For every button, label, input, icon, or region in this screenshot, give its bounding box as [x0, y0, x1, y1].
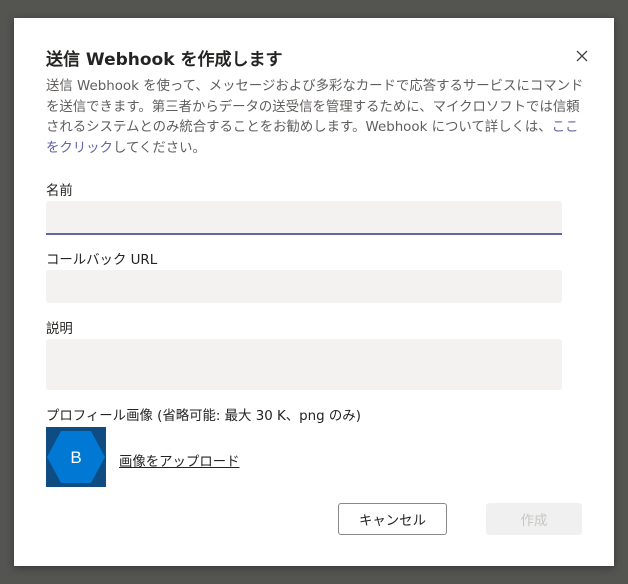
name-label: 名前	[46, 184, 73, 199]
create-button[interactable]: 作成	[486, 503, 582, 535]
callback-url-input[interactable]	[46, 270, 562, 303]
avatar-letter: B	[70, 448, 81, 467]
description-input[interactable]	[46, 339, 562, 390]
hexagon-avatar-icon: B	[47, 431, 105, 483]
profile-avatar: B	[46, 427, 106, 487]
dialog-title: 送信 Webhook を作成します	[46, 50, 283, 70]
profile-image-label: プロフィール画像 (省略可能: 最大 30 K、png のみ)	[46, 409, 361, 424]
dialog-description: 送信 Webhook を使って、メッセージおよび多彩なカードで応答するサービスに…	[46, 77, 586, 159]
create-webhook-dialog: 送信 Webhook を作成します 送信 Webhook を使って、メッセージお…	[14, 18, 614, 566]
description-text-end: してください。	[112, 140, 206, 156]
description-text: 送信 Webhook を使って、メッセージおよび多彩なカードで応答するサービスに…	[46, 79, 584, 135]
description-label: 説明	[46, 322, 73, 337]
cancel-button[interactable]: キャンセル	[338, 503, 447, 535]
close-icon[interactable]	[575, 48, 589, 62]
name-input[interactable]	[46, 201, 562, 235]
upload-image-link[interactable]: 画像をアップロード	[119, 450, 240, 470]
callback-url-label: コールバック URL	[46, 253, 158, 268]
